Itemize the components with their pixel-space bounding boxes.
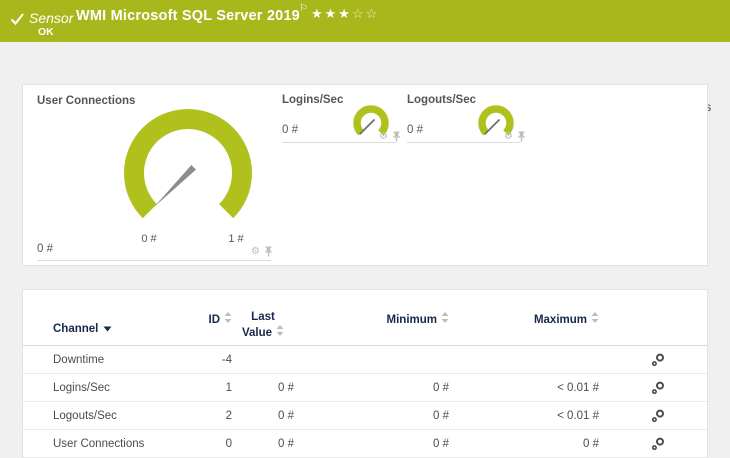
cell-channel: User Connections [53, 437, 145, 450]
object-kind-label: Sensor [29, 10, 74, 26]
sensor-status-header: Sensor WMI Microsoft SQL Server 2019 ⚐ ★… [0, 0, 730, 42]
gear-icon[interactable]: ⚙ [251, 246, 260, 257]
stars-empty[interactable]: ☆☆ [352, 6, 379, 21]
primary-gauge-value: 0 # [37, 243, 53, 255]
tab-bar: Overview Live Data 2 days 30 days 365 da… [0, 42, 730, 122]
small-gauge-value: 0 # [407, 124, 423, 136]
cell-maximum: < 0.01 # [557, 381, 599, 394]
status-ok-check-icon [9, 11, 25, 27]
column-header-tools [599, 312, 693, 345]
small-gauge-title: Logins/Sec [282, 94, 344, 106]
cell-id: -4 [221, 353, 232, 366]
table-row-user-connections: User Connections 0 0 # 0 # 0 # [23, 430, 707, 458]
column-label: Last Value [241, 311, 275, 339]
stars-filled[interactable]: ★★★ [311, 6, 352, 21]
table-row-logouts: Logouts/Sec 2 0 # 0 # < 0.01 # [23, 402, 707, 430]
sort-icon[interactable] [591, 312, 599, 323]
cell-minimum: 0 # [433, 381, 449, 394]
cell-channel: Logouts/Sec [53, 409, 117, 422]
cell-minimum: 0 # [433, 437, 449, 450]
primary-gauge-actions: ⚙ [251, 246, 273, 257]
cell-minimum: 0 # [433, 409, 449, 422]
cell-maximum: < 0.01 # [557, 409, 599, 422]
column-header-last-value[interactable]: Last Value [232, 311, 294, 345]
cell-last-value: 0 # [278, 381, 294, 394]
divider [37, 260, 271, 261]
cell-channel: Downtime [53, 353, 105, 366]
sensor-status-text: OK [38, 26, 54, 38]
cell-id: 2 [225, 409, 232, 422]
primary-gauge [118, 103, 258, 243]
pin-icon[interactable] [264, 246, 273, 257]
column-header-maximum[interactable]: Maximum [449, 312, 599, 345]
logins-gauge-actions: ⚙ [379, 131, 401, 142]
cell-id: 0 [225, 437, 232, 450]
flag-icon[interactable]: ⚐ [299, 3, 308, 14]
column-header-minimum[interactable]: Minimum [294, 312, 449, 345]
channel-table-panel: Channel ID Last Value Minimum Maximum Do… [22, 289, 708, 458]
table-body: Downtime -4 Logins/Sec 1 0 # 0 # < 0.01 … [23, 346, 707, 458]
pin-icon[interactable] [517, 131, 526, 142]
primary-gauge-min-label: 0 # [141, 233, 157, 245]
channel-settings-icon[interactable] [651, 437, 665, 451]
channel-settings-icon[interactable] [651, 409, 665, 423]
sort-icon[interactable] [224, 312, 232, 323]
gear-icon[interactable]: ⚙ [504, 131, 513, 142]
table-row-logins: Logins/Sec 1 0 # 0 # < 0.01 # [23, 374, 707, 402]
primary-gauge-max-label: 1 # [228, 233, 244, 245]
column-label: ID [208, 314, 221, 326]
divider [407, 142, 521, 143]
cell-last-value: 0 # [278, 437, 294, 450]
gauge-needle [154, 165, 196, 207]
column-header-id[interactable]: ID [177, 312, 232, 345]
column-header-channel[interactable]: Channel [37, 312, 177, 345]
channel-settings-icon[interactable] [651, 353, 665, 367]
column-label: Minimum [386, 314, 437, 326]
small-gauge-value: 0 # [282, 124, 298, 136]
filter-caret-icon[interactable] [103, 326, 112, 332]
logouts-gauge-actions: ⚙ [504, 131, 526, 142]
column-label: Maximum [533, 314, 587, 326]
cell-id: 1 [225, 381, 232, 394]
table-header-row: Channel ID Last Value Minimum Maximum [23, 290, 707, 346]
sort-icon[interactable] [276, 324, 284, 336]
priority-stars[interactable]: ★★★☆☆ [311, 6, 379, 22]
pin-icon[interactable] [392, 131, 401, 142]
sort-icon[interactable] [441, 312, 449, 323]
channel-settings-icon[interactable] [651, 381, 665, 395]
prtg-sensor-page: Sensor WMI Microsoft SQL Server 2019 ⚐ ★… [0, 0, 730, 458]
cell-channel: Logins/Sec [53, 381, 110, 394]
gauge-needle [484, 118, 501, 135]
column-label: Channel [53, 322, 99, 335]
cell-maximum: 0 # [583, 437, 599, 450]
gear-icon[interactable]: ⚙ [379, 131, 388, 142]
gauges-panel: User Connections 0 # 1 # 0 # ⚙ Logins/Se… [22, 84, 708, 266]
small-gauge-title: Logouts/Sec [407, 94, 477, 106]
cell-last-value: 0 # [278, 409, 294, 422]
gauge-needle [359, 118, 376, 135]
table-row-downtime: Downtime -4 [23, 346, 707, 374]
sensor-title: WMI Microsoft SQL Server 2019 [76, 8, 300, 24]
divider [282, 142, 396, 143]
